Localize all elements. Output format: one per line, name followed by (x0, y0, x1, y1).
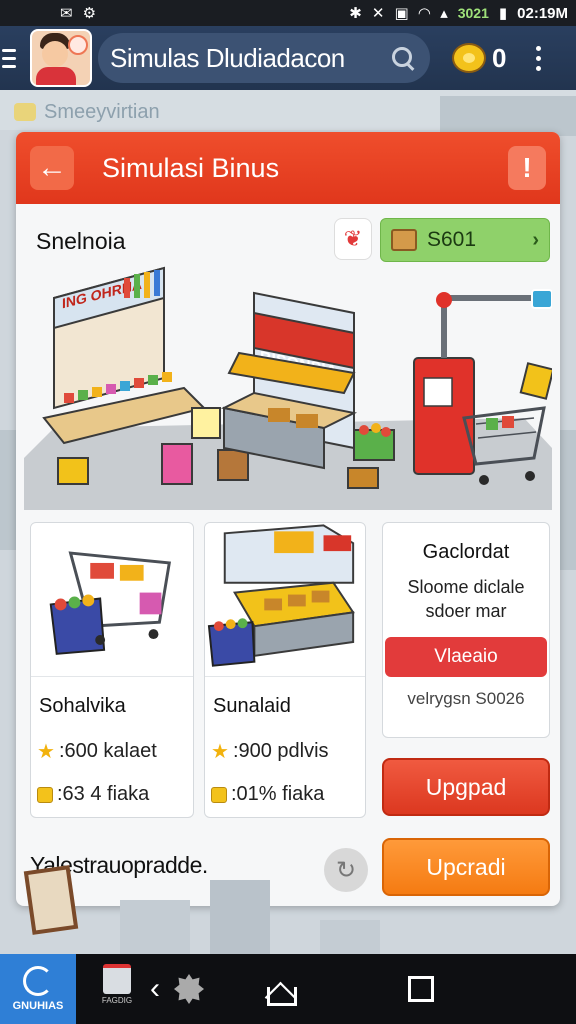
chevron-right-icon: › (532, 228, 539, 251)
info-stat: velrygsn S0026 (407, 689, 525, 708)
exclamation-icon: ! (522, 152, 532, 183)
hamburger-menu-icon[interactable] (0, 26, 24, 90)
app-bar: Simulas Dludiadacon 0 (0, 26, 576, 90)
box-icon (391, 229, 417, 251)
item-stat-gold: :01% fiaka (211, 783, 324, 806)
picture-frame-icon[interactable] (23, 865, 79, 935)
photo-icon: ▣ (394, 5, 409, 22)
share-button[interactable]: ❦ (334, 218, 372, 260)
store-illustration: ING OHRNA BISONSIA (24, 266, 552, 510)
item-stat-gold: :63 4 fiaka (37, 783, 149, 806)
coin-icon (452, 43, 486, 73)
item-stat-rating: ★ :600 kalaet (37, 739, 157, 764)
background-label: Smeeyvirtian (44, 100, 160, 123)
active-app-button[interactable]: GNUHIAS (0, 954, 76, 1024)
battery-icon: ▮ (498, 5, 508, 22)
dialog-header: ← Simulasi Binus ! (16, 132, 560, 204)
navigation-bar: GNUHIAS FAGDIG ‹ (0, 954, 576, 1024)
upgrade-button-red[interactable]: Upgpad (382, 758, 550, 816)
shopping-cart-image (31, 523, 193, 677)
item-stat-text: :63 4 fiaka (57, 783, 150, 805)
scene-label: Snelnoia (36, 228, 126, 254)
recents-icon[interactable] (408, 976, 434, 1002)
sign-icon (14, 103, 36, 121)
search-icon[interactable] (390, 45, 416, 71)
info-panel: Gaclordat Sloome diclale sdoer mar Vlaea… (382, 522, 550, 738)
item-card-food-stall[interactable]: Sunalaid ★ :900 pdlvis :01% fiaka (204, 522, 366, 818)
item-stat-text: :600 kalaet (58, 740, 157, 762)
background-building (560, 430, 576, 570)
info-action-button[interactable]: Vlaeaio (385, 637, 547, 677)
search-bar[interactable]: Simulas Dludiadacon (98, 33, 430, 83)
item-card-shopping-cart[interactable]: Sohalvika ★ :600 kalaet :63 4 fiaka (30, 522, 194, 818)
business-simulation-dialog: ← Simulasi Binus ! Snelnoia ❦ S601 › ING… (16, 132, 560, 906)
background-buildings (120, 880, 380, 954)
star-icon: ★ (211, 741, 229, 763)
star-icon: ★ (37, 741, 55, 763)
more-options-icon[interactable] (536, 45, 542, 71)
clock: 02:19M (517, 4, 568, 22)
wifi-icon: ◠ (418, 5, 431, 22)
food-stall-image (205, 523, 365, 677)
recent-app-label: FAGDIG (101, 996, 133, 1005)
info-desc-line: Sloome diclale (407, 577, 525, 597)
info-description: Sloome diclale sdoer mar (383, 575, 549, 623)
alert-button[interactable]: ! (508, 146, 546, 190)
dialog-title: Simulasi Binus (102, 152, 280, 183)
active-app-label: GNUHIAS (12, 1000, 64, 1012)
gold-icon (37, 786, 53, 803)
cash-button[interactable]: S601 › (380, 218, 550, 262)
recent-app-thumbnail (103, 964, 131, 994)
status-bar: ✉ ⚙ ✱ ✕ ▣ ◠ ▴ 3021 ▮ 02:19M (0, 0, 576, 26)
puzzle-icon[interactable] (174, 974, 204, 1004)
share-icon: ❦ (343, 226, 363, 251)
back-button[interactable]: ← (30, 146, 74, 190)
recent-app-button[interactable]: FAGDIG (100, 964, 134, 1014)
settings-notification-icon: ⚙ (82, 5, 97, 22)
info-desc-line: sdoer mar (425, 601, 507, 621)
cash-value: S601 (427, 228, 477, 251)
coin-counter[interactable]: 0 (452, 43, 506, 74)
back-nav-icon[interactable]: ‹ (150, 972, 160, 1006)
bluetooth-icon: ✱ (349, 5, 362, 22)
background-building (0, 430, 16, 550)
avatar[interactable] (30, 29, 92, 87)
app-icon (23, 966, 53, 996)
signal-icon: ▴ (440, 5, 448, 22)
mute-icon: ✕ (371, 5, 385, 22)
background-building (440, 96, 576, 136)
gold-icon (211, 786, 227, 803)
app-title: Simulas Dludiadacon (110, 42, 345, 73)
coin-count: 0 (492, 42, 507, 73)
arrow-left-icon: ← (37, 151, 67, 184)
battery-text: 3021 (457, 5, 489, 21)
item-name: Sunalaid (213, 695, 291, 717)
item-stat-rating: ★ :900 pdlvis (211, 739, 329, 764)
info-title: Gaclordat (422, 541, 510, 563)
item-stat-text: :01% fiaka (231, 783, 325, 805)
home-icon[interactable] (262, 974, 297, 1006)
item-name: Sohalvika (39, 695, 126, 717)
notification-icon: ✉ (60, 5, 73, 22)
item-stat-text: :900 pdlvis (232, 740, 329, 762)
